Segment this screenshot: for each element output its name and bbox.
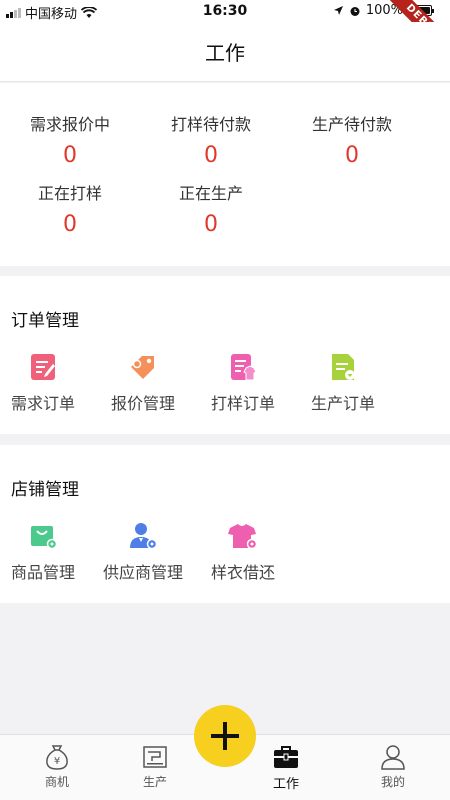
- stat-demand-quote[interactable]: 需求报价中 0: [0, 111, 140, 168]
- stat-producing[interactable]: 正在生产 0: [141, 180, 281, 237]
- stat-value: 0: [204, 212, 218, 237]
- stat-value: 0: [345, 143, 359, 168]
- nav-label: 我的: [380, 775, 405, 789]
- nav-label: 工作: [272, 777, 299, 792]
- nav-label: 商机: [44, 775, 69, 789]
- stat-label: 正在打样: [37, 184, 102, 203]
- app-header: 工作: [0, 22, 450, 82]
- demand-orders-button[interactable]: 需求订单: [0, 352, 93, 414]
- grid-label: 报价管理: [110, 394, 175, 413]
- stat-production-payment[interactable]: 生产待付款 0: [282, 111, 422, 168]
- stats-card: 需求报价中 0 打样待付款 0 生产待付款 0 正在打样 0 正在生产 0: [0, 83, 450, 266]
- user-icon: [381, 745, 405, 770]
- product-bag-icon: [31, 526, 58, 550]
- stat-value: 0: [63, 143, 77, 168]
- supplier-person-icon: [130, 523, 158, 550]
- grid-label: 生产订单: [310, 394, 375, 413]
- svg-text:¥: ¥: [54, 756, 60, 767]
- sample-loan-return-button[interactable]: 样衣借还: [193, 521, 293, 583]
- production-order-icon: [332, 354, 355, 380]
- order-management-section: 订单管理 需求订单 报价管理 打样订单 生产订单: [0, 276, 450, 434]
- quote-management-button[interactable]: 报价管理: [93, 352, 193, 414]
- grid-label: 样衣借还: [210, 563, 275, 582]
- nav-item-production[interactable]: 生产: [115, 743, 195, 790]
- money-bag-icon: ¥: [46, 745, 68, 770]
- price-tag-icon: [131, 356, 154, 379]
- stat-label: 需求报价中: [29, 115, 110, 134]
- location-arrow-icon: [333, 6, 343, 15]
- grid-label: 需求订单: [10, 394, 75, 413]
- stat-sampling[interactable]: 正在打样 0: [0, 180, 140, 237]
- plus-icon: [211, 722, 239, 750]
- stat-value: 0: [63, 212, 77, 237]
- nav-label: 生产: [142, 775, 167, 789]
- stat-label: 生产待付款: [311, 115, 392, 134]
- stat-sample-payment[interactable]: 打样待付款 0: [141, 111, 281, 168]
- page-title: 工作: [205, 41, 245, 65]
- grid-label: 打样订单: [210, 394, 275, 413]
- briefcase-icon: [274, 746, 298, 768]
- sewing-machine-icon: [143, 746, 167, 768]
- stat-label: 打样待付款: [170, 115, 251, 134]
- supplier-management-button[interactable]: 供应商管理: [93, 521, 193, 583]
- store-management-section: 店铺管理 商品管理 供应商管理 样衣借还: [0, 445, 450, 603]
- sample-order-icon: [231, 354, 257, 381]
- nav-item-business[interactable]: ¥ 商机: [17, 743, 97, 790]
- sample-shirt-icon: [228, 524, 258, 550]
- section-title: 店铺管理: [11, 480, 79, 500]
- nav-item-mine[interactable]: 我的: [353, 743, 433, 790]
- stat-value: 0: [204, 143, 218, 168]
- alarm-icon: [350, 6, 360, 16]
- grid-label: 商品管理: [10, 563, 75, 582]
- add-button[interactable]: [194, 705, 256, 767]
- stat-label: 正在生产: [178, 184, 243, 203]
- production-orders-button[interactable]: 生产订单: [293, 352, 393, 414]
- product-management-button[interactable]: 商品管理: [0, 521, 93, 583]
- edit-document-icon: [31, 354, 55, 380]
- status-bar: 中国移动 16:30 100% DEBUG: [0, 0, 450, 67]
- sample-orders-button[interactable]: 打样订单: [193, 352, 293, 414]
- section-title: 订单管理: [11, 311, 79, 331]
- nav-item-work[interactable]: 工作: [246, 743, 326, 792]
- grid-label: 供应商管理: [102, 563, 183, 582]
